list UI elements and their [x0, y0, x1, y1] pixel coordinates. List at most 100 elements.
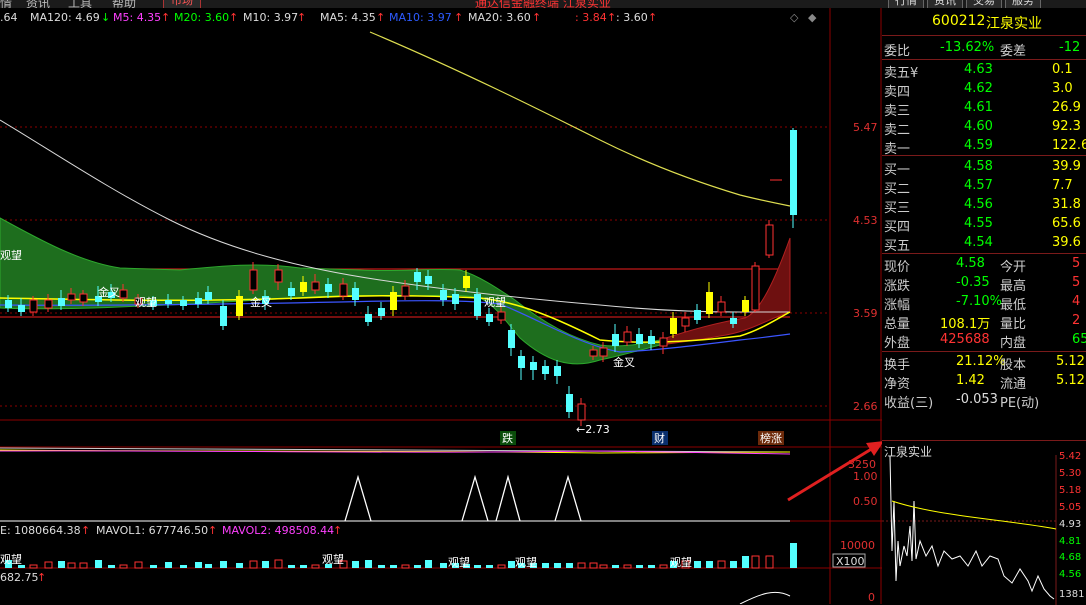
tab-trade[interactable]: 交易: [966, 0, 1002, 8]
mavol2-value: MAVOL2: 498508.44: [222, 524, 334, 537]
volume-bar: [220, 561, 227, 568]
intraday-tick: 5.42: [1059, 451, 1081, 462]
volume-bar: [401, 564, 410, 569]
candle-body: [554, 366, 561, 376]
price-tick-1: 5.47: [853, 121, 878, 134]
price-tick-4: 2.66: [853, 400, 878, 413]
candle-body: [636, 334, 643, 344]
volume-bar: [378, 565, 385, 568]
ask-row: 卖二 4.60 92.3: [882, 118, 1086, 138]
wc-value: -12: [1059, 40, 1081, 55]
candle-body: [589, 349, 598, 357]
tag-zhang[interactable]: 榜涨: [760, 431, 782, 445]
volume-bar: [311, 564, 320, 569]
vol-unit[interactable]: X100: [836, 555, 865, 568]
stat-label: 涨幅: [884, 298, 911, 313]
volume-bar: [566, 563, 573, 568]
tag-die[interactable]: 跌: [502, 431, 513, 445]
candle-body: [44, 299, 53, 309]
wb-label: 委比: [884, 44, 911, 59]
ask-volume: 3.0: [1052, 81, 1073, 96]
candle-body: [440, 290, 447, 300]
bid-volume: 7.7: [1052, 178, 1073, 193]
volume-bar: [288, 565, 295, 568]
kline-chart[interactable]: 观望 金叉 观望 金叉 观望 金叉 ←2.73 跌 财 榜涨 5.47 4.53…: [0, 0, 882, 604]
candle-body: [352, 288, 359, 300]
ask-price: 4.59: [964, 138, 993, 153]
ask-row: 卖五¥ 4.63 0.1: [882, 61, 1086, 81]
separator: [882, 253, 1086, 254]
candle-body: [300, 282, 307, 292]
candle-body: [765, 224, 774, 256]
bid-volume: 31.8: [1052, 197, 1081, 212]
intraday-tick: 4.56: [1059, 569, 1081, 580]
volume-bar: [751, 555, 760, 569]
tab-quote[interactable]: 行情: [888, 0, 924, 8]
intraday-tick: 5.18: [1059, 485, 1081, 496]
tag-cai[interactable]: 财: [654, 431, 665, 445]
label-guanwang-3: 观望: [484, 296, 506, 309]
stat-value: 5.12: [1056, 354, 1085, 369]
volume-bar: [542, 563, 549, 568]
candle-body: [339, 283, 348, 297]
candle-body: [58, 298, 65, 306]
volume-bar: [205, 564, 212, 568]
ask-label: 卖三: [884, 104, 911, 119]
ask-label: 卖五¥: [884, 66, 919, 81]
vol-label-guanwang: 观望: [448, 556, 470, 569]
tab-news[interactable]: 资讯: [927, 0, 963, 8]
candle-body: [18, 305, 25, 312]
bid-volume: 65.6: [1052, 216, 1081, 231]
volume-bar: [440, 563, 447, 568]
candle-body: [542, 366, 549, 374]
candle-body: [717, 301, 726, 313]
bid-volume: 39.6: [1052, 235, 1081, 250]
candle-body: [530, 362, 537, 370]
intraday-tick: 5.30: [1059, 468, 1081, 479]
mid-tick-3: 0.50: [853, 495, 878, 508]
volume-bar: [577, 562, 586, 569]
price-tick-3: 3.59: [853, 307, 878, 320]
volume-bar: [717, 560, 726, 569]
mid-tick-2: 1.00: [853, 470, 878, 483]
intraday-panel[interactable]: 江泉实业 5.42 5.30 5.18 5.05 4.93 4.81 4.68 4.56 138…: [882, 440, 1086, 605]
stat-label: 总量: [884, 317, 911, 332]
candle-body: [730, 318, 737, 324]
volume-bar: [365, 560, 372, 568]
bid-row: 买一 4.58 39.9: [882, 158, 1086, 178]
bid-label: 买一: [884, 163, 911, 178]
volume-bar: [300, 565, 307, 568]
bid-label: 买二: [884, 182, 911, 197]
candle-body: [79, 293, 88, 303]
candle-body: [452, 294, 459, 304]
volume-bar: [195, 562, 202, 568]
bottom-tick: 0: [868, 591, 875, 604]
candle-body: [670, 318, 677, 334]
bid-price: 4.57: [964, 178, 993, 193]
volume-bar: [165, 562, 172, 568]
volume-bar: [659, 564, 668, 569]
candle-body: [401, 285, 410, 297]
tab-service[interactable]: 服务: [1005, 0, 1041, 8]
ask-volume: 122.6: [1052, 138, 1086, 153]
stat-row: 收益(三) -0.053 PE(动): [882, 391, 1086, 411]
separator: [882, 35, 1086, 36]
volume-bar: [352, 561, 359, 568]
stat-value: 425688: [940, 332, 990, 347]
volume-bar: [249, 560, 258, 569]
stat-label: 外盘: [884, 336, 911, 351]
volume-bar: [497, 564, 506, 569]
volume-bar: [612, 565, 619, 568]
candle-body: [195, 298, 202, 304]
ask-price: 4.62: [964, 81, 993, 96]
candle-body: [249, 269, 258, 291]
candle-body: [497, 311, 506, 321]
candle-body: [180, 300, 187, 306]
candle-body: [5, 300, 12, 308]
candle-body: [486, 314, 493, 322]
candle-body: [463, 276, 470, 288]
bid-row: 买三 4.56 31.8: [882, 196, 1086, 216]
ask-row: 卖一 4.59 122.6: [882, 137, 1086, 157]
candle-body: [220, 306, 227, 326]
bid-price: 4.54: [964, 235, 993, 250]
